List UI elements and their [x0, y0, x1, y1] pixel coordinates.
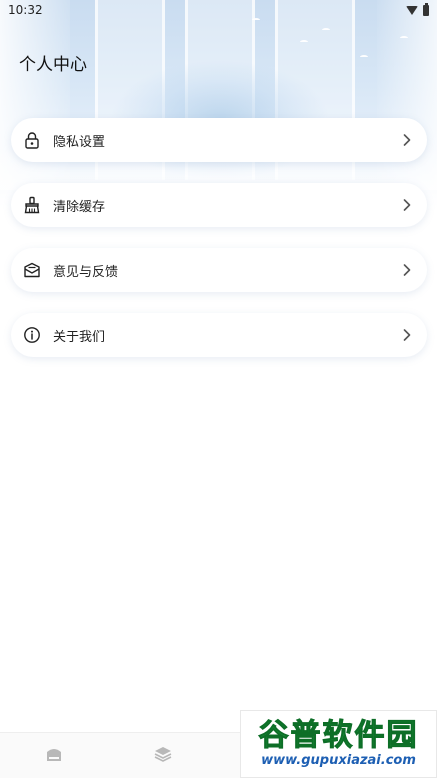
menu-item-clear-cache[interactable]: 清除缓存 — [11, 183, 427, 227]
menu-item-about-us[interactable]: 关于我们 — [11, 313, 427, 357]
broom-icon — [22, 195, 42, 215]
menu-item-label: 清除缓存 — [53, 199, 106, 215]
status-bar: 10:32 — [0, 0, 437, 20]
layers-icon — [154, 746, 172, 766]
page-title: 个人中心 — [19, 55, 87, 75]
menu-item-label: 关于我们 — [53, 329, 106, 345]
nav-layers-button[interactable] — [153, 747, 173, 765]
status-icons — [406, 2, 429, 16]
status-time: 10:32 — [8, 3, 43, 17]
nav-home-button[interactable] — [44, 747, 64, 765]
chevron-right-icon — [401, 329, 413, 341]
bird-icon — [322, 28, 330, 32]
home-icon — [45, 746, 63, 766]
wifi-icon — [406, 5, 418, 15]
chevron-right-icon — [401, 134, 413, 146]
mail-icon — [22, 260, 42, 280]
bird-icon — [300, 40, 308, 44]
chevron-right-icon — [401, 199, 413, 211]
watermark-logo: 谷普软件园 www.gupuxiazai.com — [240, 710, 437, 778]
menu-item-label: 隐私设置 — [53, 134, 106, 150]
battery-icon — [423, 2, 429, 16]
bird-icon — [400, 36, 408, 40]
bird-icon — [360, 55, 368, 59]
menu-item-feedback[interactable]: 意见与反馈 — [11, 248, 427, 292]
lock-icon — [22, 130, 42, 150]
info-icon — [22, 325, 42, 345]
menu-item-privacy-settings[interactable]: 隐私设置 — [11, 118, 427, 162]
watermark-title: 谷普软件园 — [258, 718, 419, 753]
chevron-right-icon — [401, 264, 413, 276]
menu-item-label: 意见与反馈 — [53, 264, 119, 280]
watermark-url: www.gupuxiazai.com — [261, 753, 416, 768]
